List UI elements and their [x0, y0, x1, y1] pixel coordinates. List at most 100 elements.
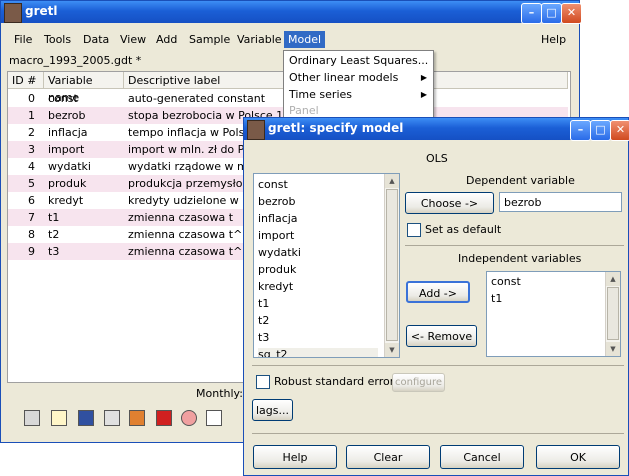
notepad-icon[interactable] [51, 410, 67, 426]
scroll-thumb[interactable] [607, 287, 619, 340]
dataset-filename: macro_1993_2005.gdt * [9, 54, 142, 67]
gretl-app-icon [247, 120, 265, 140]
list-item[interactable]: import [258, 229, 294, 242]
available-variables-list[interactable]: const bezrob inflacja import wydatki produk kr… [253, 173, 400, 358]
clear-button[interactable]: Clear [346, 445, 430, 469]
gretl-app-icon [4, 3, 22, 23]
maximize-icon[interactable]: □ [541, 3, 562, 24]
main-window-title: gretl [25, 4, 58, 18]
submenu-arrow-icon: ▶ [420, 73, 427, 82]
cell-id: 4 [28, 160, 35, 173]
menu-item-time-series[interactable]: Time series [289, 88, 352, 101]
keyboard-icon[interactable] [104, 410, 120, 426]
ok-button[interactable]: OK [536, 445, 620, 469]
menu-item-ols[interactable]: Ordinary Least Squares... [289, 54, 428, 67]
list-item[interactable]: produk [258, 263, 296, 276]
terminal-icon[interactable] [78, 410, 94, 426]
scroll-down-icon[interactable]: ▼ [385, 343, 399, 357]
column-header-name[interactable]: Variable name [44, 72, 124, 104]
pdf-icon[interactable] [156, 410, 172, 426]
help-icon[interactable] [181, 410, 197, 426]
set-default-label: Set as default [425, 223, 502, 236]
cell-id: 0 [28, 92, 35, 105]
list-item[interactable]: wydatki [258, 246, 301, 259]
cell-id: 2 [28, 126, 35, 139]
cell-variable-name: import [48, 143, 85, 156]
list-item[interactable]: kredyt [258, 280, 293, 293]
menu-item-other-linear[interactable]: Other linear models [289, 71, 398, 84]
dialog-title: gretl: specify model [268, 121, 404, 135]
specify-model-dialog: gretl: specify model – □ ✕ OLS const bezr… [243, 117, 629, 476]
scrollbar[interactable]: ▲ ▼ [605, 272, 620, 356]
menu-file[interactable]: File [14, 33, 32, 46]
scroll-thumb[interactable] [386, 189, 398, 341]
main-titlebar[interactable]: gretl – □ ✕ [1, 1, 582, 24]
cell-id: 5 [28, 177, 35, 190]
list-item[interactable]: bezrob [258, 195, 296, 208]
close-icon[interactable]: ✕ [610, 120, 629, 141]
dependent-variable-heading: Dependent variable [466, 174, 575, 187]
scrollbar[interactable]: ▲ ▼ [384, 174, 399, 357]
separator [405, 245, 624, 246]
menu-view[interactable]: View [120, 33, 146, 46]
list-item[interactable]: t2 [258, 314, 269, 327]
scatter-icon[interactable] [206, 410, 222, 426]
scroll-up-icon[interactable]: ▲ [385, 174, 399, 188]
column-header-id[interactable]: ID # [8, 72, 44, 89]
menu-item-panel: Panel [289, 104, 319, 117]
cell-variable-name: const [48, 92, 78, 105]
list-item[interactable]: inflacja [258, 212, 298, 225]
network-icon[interactable] [129, 410, 145, 426]
set-default-checkbox[interactable] [407, 223, 421, 237]
submenu-arrow-icon: ▶ [420, 90, 427, 99]
cancel-button[interactable]: Cancel [440, 445, 524, 469]
close-icon[interactable]: ✕ [561, 3, 582, 24]
menu-variable[interactable]: Variable [237, 33, 282, 46]
dialog-titlebar[interactable]: gretl: specify model – □ ✕ [244, 118, 629, 141]
menu-tools[interactable]: Tools [44, 33, 71, 46]
cell-variable-name: t3 [48, 245, 60, 258]
remove-button[interactable]: <- Remove [406, 325, 477, 347]
add-button[interactable]: Add -> [406, 281, 470, 303]
estimator-name: OLS [426, 152, 448, 165]
scroll-down-icon[interactable]: ▼ [606, 342, 620, 356]
separator [252, 433, 624, 434]
cell-id: 7 [28, 211, 35, 224]
cell-id: 3 [28, 143, 35, 156]
help-button[interactable]: Help [253, 445, 337, 469]
cell-variable-name: t1 [48, 211, 60, 224]
cell-id: 9 [28, 245, 35, 258]
menu-sample[interactable]: Sample [189, 33, 230, 46]
minimize-icon[interactable]: – [570, 120, 591, 141]
calculator-icon[interactable] [24, 410, 40, 426]
menu-data[interactable]: Data [83, 33, 109, 46]
list-item[interactable]: t1 [491, 292, 502, 305]
cell-variable-name: inflacja [48, 126, 88, 139]
robust-se-label: Robust standard errors [274, 375, 401, 388]
cell-id: 8 [28, 228, 35, 241]
lags-button[interactable]: lags... [252, 399, 293, 421]
list-item[interactable]: t3 [258, 331, 269, 344]
cell-id: 6 [28, 194, 35, 207]
list-item[interactable]: const [258, 178, 288, 191]
cell-variable-name: wydatki [48, 160, 91, 173]
menu-add[interactable]: Add [156, 33, 177, 46]
cell-variable-name: produk [48, 177, 87, 190]
cell-id: 1 [28, 109, 35, 122]
cell-variable-name: bezrob [48, 109, 86, 122]
list-item[interactable]: t1 [258, 297, 269, 310]
list-item[interactable]: sq_t2 [258, 348, 378, 357]
independent-variables-heading: Independent variables [458, 252, 582, 265]
choose-button[interactable]: Choose -> [405, 192, 494, 214]
cell-variable-name: t2 [48, 228, 60, 241]
menu-model[interactable]: Model [284, 31, 326, 48]
independent-variables-list[interactable]: const t1 ▲ ▼ [486, 271, 621, 357]
list-item[interactable]: const [491, 275, 521, 288]
menu-help[interactable]: Help [541, 33, 566, 46]
dependent-variable-field[interactable]: bezrob [499, 192, 622, 212]
robust-se-checkbox[interactable] [256, 375, 270, 389]
model-dropdown-menu: Ordinary Least Squares... Other linear m… [283, 50, 434, 118]
maximize-icon[interactable]: □ [590, 120, 611, 141]
scroll-up-icon[interactable]: ▲ [606, 272, 620, 286]
minimize-icon[interactable]: – [521, 3, 542, 24]
